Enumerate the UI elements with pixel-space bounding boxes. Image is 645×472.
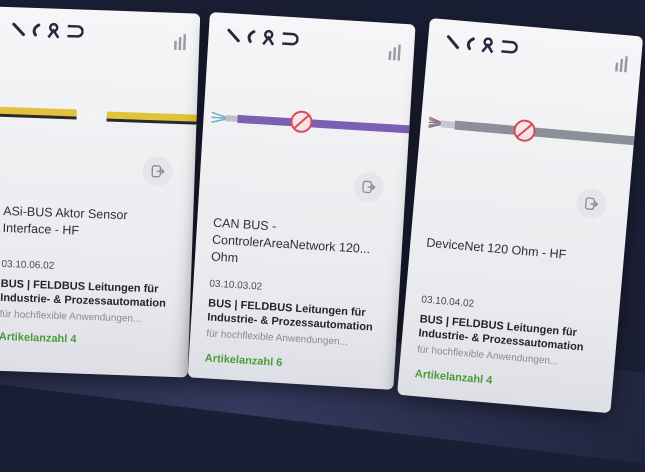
product-category: BUS | FELDBUS Leitungen für Industrie- &… — [0, 277, 166, 310]
product-code: 03.10.03.02 — [209, 278, 263, 293]
torsion-icon — [282, 32, 299, 46]
product-title[interactable]: CAN BUS - ControlerAreaNetwork 120... Oh… — [211, 215, 388, 276]
product-title[interactable]: ASi-BUS Aktor Sensor Interface - HF — [2, 203, 177, 243]
feature-icons — [226, 27, 299, 47]
torsion-icon — [67, 24, 84, 38]
feature-icons — [11, 21, 84, 40]
share-button[interactable] — [142, 155, 174, 187]
flex-icon — [32, 23, 41, 37]
product-description: für hochflexible Anwendungen... — [0, 308, 142, 325]
share-icon — [362, 180, 376, 194]
bend-icon — [227, 28, 240, 43]
bend-icon — [12, 22, 25, 37]
drag-chain-icon — [262, 29, 275, 46]
cable-image — [428, 116, 637, 146]
product-card[interactable]: ASi-BUS Aktor Sensor Interface - HF 03.1… — [0, 6, 201, 378]
bars-chart-icon[interactable] — [614, 54, 630, 73]
drag-chain-icon — [481, 37, 494, 54]
product-card[interactable]: CAN BUS - ControlerAreaNetwork 120... Oh… — [187, 12, 416, 390]
article-count: Artikelanzahl 4 — [414, 368, 493, 387]
bend-icon — [446, 35, 460, 50]
drag-chain-icon — [47, 22, 60, 39]
bars-chart-icon[interactable] — [387, 43, 402, 62]
product-code: 03.10.04.02 — [420, 294, 475, 310]
product-code: 03.10.06.02 — [1, 258, 55, 272]
article-count: Artikelanzahl 4 — [0, 330, 77, 346]
flex-icon — [466, 37, 475, 51]
torsion-icon — [501, 40, 518, 54]
share-icon — [151, 165, 165, 178]
share-button[interactable] — [575, 187, 608, 221]
bars-chart-icon[interactable] — [173, 33, 188, 51]
product-card[interactable]: DeviceNet 120 Ohm - HF 03.10.04.02 BUS |… — [397, 18, 644, 414]
cable-image — [211, 110, 410, 134]
product-title[interactable]: DeviceNet 120 Ohm - HF — [426, 235, 609, 268]
article-count: Artikelanzahl 6 — [204, 352, 283, 370]
cable-image — [0, 106, 197, 125]
feature-icons — [445, 34, 518, 56]
flex-icon — [247, 30, 256, 44]
share-button[interactable] — [352, 171, 385, 203]
share-icon — [584, 197, 599, 210]
